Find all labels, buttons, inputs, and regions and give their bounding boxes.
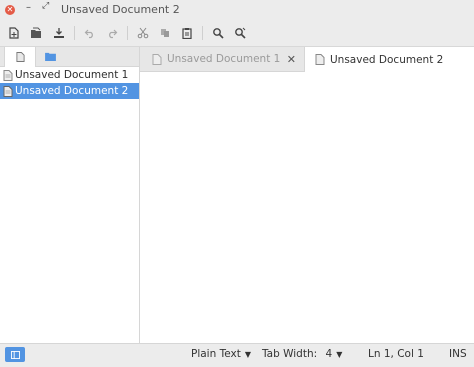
- copy-icon: [161, 29, 169, 37]
- close-window-button[interactable]: ✕: [5, 5, 15, 15]
- language-label: Plain Text: [191, 348, 241, 360]
- find-icon: [213, 28, 224, 39]
- text-file-icon: [152, 53, 162, 65]
- minimize-window-button[interactable]: –: [26, 2, 31, 13]
- paste-icon: [182, 28, 192, 39]
- language-selector[interactable]: Plain Text ▼: [191, 348, 251, 360]
- document-list-item-label: Unsaved Document 1: [15, 69, 129, 81]
- side-panel-tabs: [0, 47, 139, 67]
- close-tab-icon[interactable]: ✕: [287, 53, 296, 66]
- chevron-down-icon: ▼: [244, 350, 251, 359]
- title-bar: ✕ – ⤢ Unsaved Document 2: [0, 0, 474, 20]
- new-document-button[interactable]: [5, 24, 23, 42]
- toolbar: [0, 20, 474, 47]
- document-list-item-label: Unsaved Document 2: [15, 85, 129, 97]
- window-title: Unsaved Document 2: [61, 3, 180, 16]
- find-replace-button[interactable]: [231, 24, 249, 42]
- redo-icon: [109, 29, 118, 39]
- side-panel-icon: [10, 350, 20, 359]
- toolbar-separator: [127, 26, 128, 40]
- cut-icon: [137, 27, 149, 39]
- save-icon: [54, 28, 64, 38]
- status-bar: Plain Text ▼ Tab Width: 4 ▼ Ln 1, Col 1 IN…: [0, 343, 474, 367]
- tab-unsaved-document-1[interactable]: Unsaved Document 1 ✕: [152, 47, 304, 71]
- tab-width-selector[interactable]: Tab Width: 4 ▼: [262, 348, 342, 360]
- tab-label: Unsaved Document 2: [330, 53, 444, 66]
- find-button[interactable]: [209, 24, 227, 42]
- toggle-side-panel-button[interactable]: [5, 347, 25, 362]
- tab-width-label: Tab Width:: [262, 348, 318, 360]
- toolbar-separator: [202, 26, 203, 40]
- cut-button[interactable]: [134, 24, 152, 42]
- maximize-window-button[interactable]: ⤢: [42, 1, 49, 11]
- text-file-icon: [315, 54, 325, 65]
- tab-unsaved-document-2[interactable]: Unsaved Document 2: [304, 47, 474, 72]
- cursor-position: Ln 1, Col 1: [368, 348, 424, 360]
- documents-icon: [15, 52, 25, 62]
- undo-icon: [84, 29, 93, 39]
- tab-width-value: 4: [325, 348, 333, 360]
- side-panel: Unsaved Document 1 Unsaved Document 2: [0, 47, 140, 343]
- open-icon: [31, 27, 41, 38]
- open-button[interactable]: [27, 24, 45, 42]
- copy-button[interactable]: [156, 24, 174, 42]
- editor-tab-bar: Unsaved Document 1 ✕ Unsaved Document 2: [140, 47, 474, 72]
- tab-documents[interactable]: [4, 47, 36, 67]
- insert-mode: INS: [449, 348, 467, 360]
- redo-button[interactable]: [103, 24, 121, 42]
- save-button[interactable]: [50, 24, 68, 42]
- document-list-item[interactable]: Unsaved Document 2: [0, 83, 139, 99]
- paste-button[interactable]: [178, 24, 196, 42]
- chevron-down-icon: ▼: [336, 350, 343, 359]
- tab-file-browser[interactable]: [35, 47, 65, 66]
- document-list: Unsaved Document 1 Unsaved Document 2: [0, 67, 139, 99]
- new-document-icon: [9, 27, 19, 39]
- document-list-item[interactable]: Unsaved Document 1: [0, 67, 139, 83]
- editor-area: Unsaved Document 1 ✕ Unsaved Document 2: [140, 47, 474, 343]
- tab-label: Unsaved Document 1: [167, 53, 281, 65]
- text-editor[interactable]: [140, 72, 474, 343]
- undo-button[interactable]: [81, 24, 99, 42]
- file-browser-icon: [44, 52, 56, 61]
- toolbar-separator: [74, 26, 75, 40]
- find-replace-icon: [235, 27, 246, 39]
- text-file-icon: [3, 85, 13, 97]
- text-file-icon: [3, 69, 13, 81]
